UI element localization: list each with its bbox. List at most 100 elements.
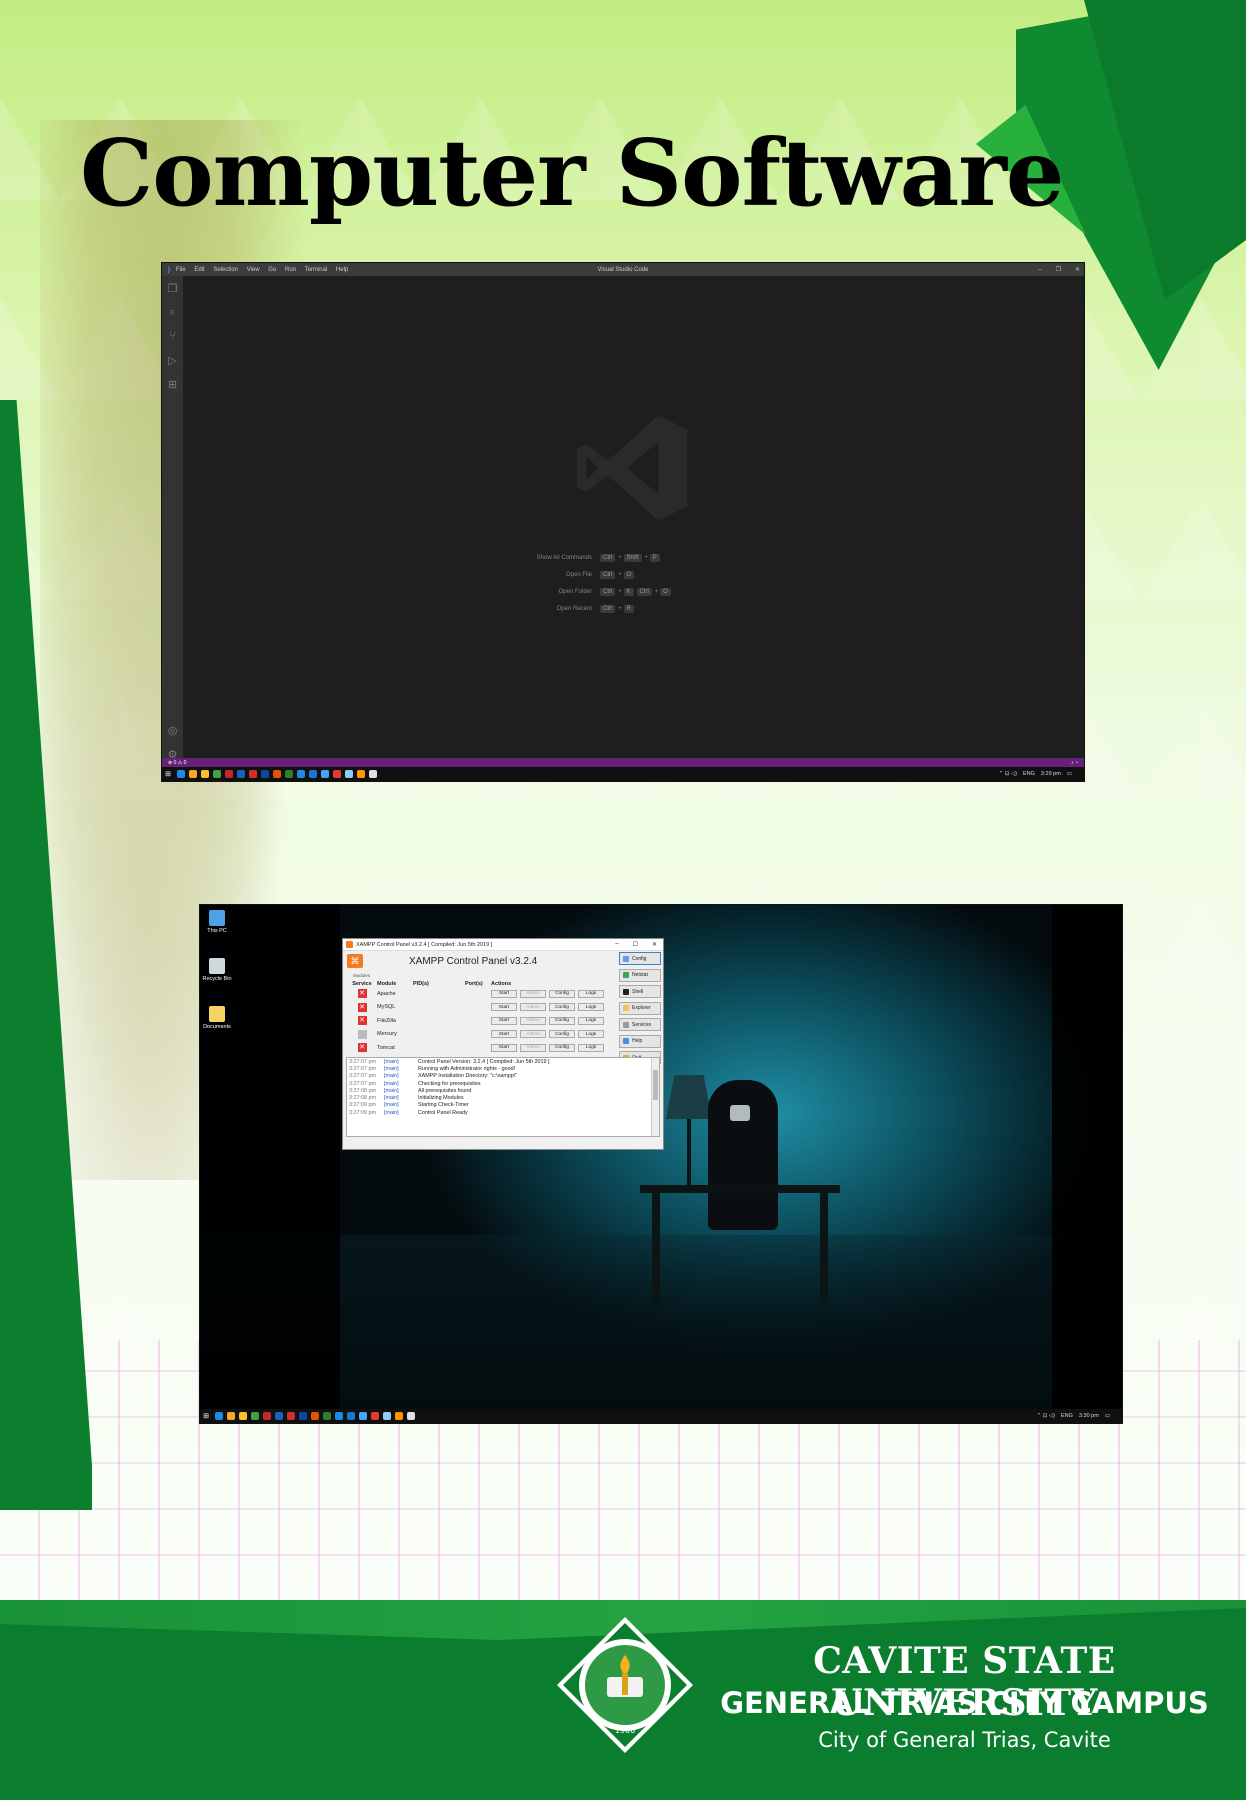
shell-button[interactable]: Shell [619, 985, 661, 998]
vscode-taskbar-icon[interactable] [297, 770, 305, 778]
app-icon[interactable] [309, 770, 317, 778]
illustrator-icon[interactable] [273, 770, 281, 778]
logs-button[interactable]: Logs [578, 989, 604, 998]
edge-icon[interactable] [215, 1412, 223, 1420]
logs-button[interactable]: Logs [578, 1043, 604, 1052]
tray-language[interactable]: ENG [1061, 1413, 1073, 1419]
logs-button[interactable]: Logs [578, 1003, 604, 1012]
notepad-icon[interactable] [213, 770, 221, 778]
app-icon[interactable] [371, 1412, 379, 1420]
notepad-icon[interactable] [251, 1412, 259, 1420]
service-status-icon[interactable]: ✕ [357, 1043, 367, 1053]
netstat-button[interactable]: Netstat [619, 968, 661, 982]
restore-icon[interactable]: ❐ [1056, 266, 1061, 273]
access-icon[interactable] [287, 1412, 295, 1420]
xampp-log-panel[interactable]: 3:27:07 pm [main] Control Panel Version: 3… [346, 1057, 660, 1137]
menu-edit[interactable]: Edit [194, 267, 204, 273]
help-button[interactable]: Help [619, 1034, 661, 1048]
shortcut-row[interactable]: Open File Ctrl + O [442, 566, 862, 583]
tray-clock[interactable]: 3:30 pm [1079, 1413, 1099, 1419]
extensions-icon[interactable]: ⊞ [162, 372, 183, 396]
chrome-icon[interactable] [189, 770, 197, 778]
menu-help[interactable]: Help [336, 267, 348, 273]
windows-start-icon[interactable]: ⊞ [162, 770, 174, 778]
config-button[interactable]: Config [549, 1003, 575, 1012]
close-icon[interactable]: ✕ [1075, 266, 1080, 273]
windows-start-icon[interactable]: ⊞ [200, 1412, 212, 1420]
start-button[interactable]: Start [491, 1043, 517, 1052]
logs-button[interactable]: Logs [578, 1030, 604, 1039]
config-side-button[interactable]: Config [619, 952, 661, 965]
tray-language[interactable]: ENG [1023, 771, 1035, 777]
pdf-icon[interactable] [263, 1412, 271, 1420]
config-button[interactable]: Config [549, 1030, 575, 1039]
run-debug-icon[interactable]: ▷ [162, 348, 183, 372]
app-icon[interactable] [347, 1412, 355, 1420]
admin-button[interactable]: Admin [520, 1016, 546, 1025]
service-status-icon[interactable]: ✕ [357, 1002, 367, 1012]
app-icon[interactable] [321, 770, 329, 778]
access-icon[interactable] [249, 770, 257, 778]
shortcut-row[interactable]: Open Recent Ctrl + R [442, 600, 862, 617]
account-icon[interactable]: ◎ [162, 718, 183, 742]
chrome-icon[interactable] [227, 1412, 235, 1420]
shortcut-row[interactable]: Open Folder Ctrl + K Ctrl + O [442, 583, 862, 600]
log-scrollbar[interactable] [651, 1058, 659, 1136]
tray-clock[interactable]: 3:29 pm [1041, 771, 1061, 777]
admin-button[interactable]: Admin [520, 1003, 546, 1012]
admin-button[interactable]: Admin [520, 1043, 546, 1052]
file-explorer-icon[interactable] [239, 1412, 247, 1420]
explorer-icon[interactable]: ❐ [162, 276, 183, 300]
photoshop-icon[interactable] [261, 770, 269, 778]
desktop-icon-documents[interactable]: Documents [200, 1006, 237, 1030]
tray-icons[interactable]: ⌃ ⊡ ◁) [999, 771, 1017, 777]
desktop-icon-this-pc[interactable]: This PC [200, 910, 237, 934]
minimize-icon[interactable]: – [1038, 267, 1041, 273]
close-icon[interactable]: ✕ [652, 941, 657, 948]
app-icon[interactable] [383, 1412, 391, 1420]
app-icon[interactable] [333, 770, 341, 778]
illustrator-icon[interactable] [311, 1412, 319, 1420]
app-icon[interactable] [407, 1412, 415, 1420]
service-status-icon[interactable]: ✕ [357, 1016, 367, 1026]
desktop-icon-recycle-bin[interactable]: Recycle Bin [200, 958, 237, 982]
app-icon[interactable] [369, 770, 377, 778]
app-icon[interactable] [285, 770, 293, 778]
start-button[interactable]: Start [491, 1016, 517, 1025]
tray-icons[interactable]: ⌃ ⊡ ◁) [1037, 1413, 1055, 1419]
file-explorer-icon[interactable] [201, 770, 209, 778]
maximize-icon[interactable]: ☐ [633, 941, 638, 948]
app-icon[interactable] [345, 770, 353, 778]
app-icon[interactable] [323, 1412, 331, 1420]
config-button[interactable]: Config [549, 1043, 575, 1052]
xampp-taskbar-icon[interactable] [395, 1412, 403, 1420]
menu-run[interactable]: Run [285, 267, 296, 273]
xampp-taskbar-icon[interactable] [357, 770, 365, 778]
menu-go[interactable]: Go [268, 267, 276, 273]
edge-icon[interactable] [177, 770, 185, 778]
menu-terminal[interactable]: Terminal [305, 267, 328, 273]
explorer-button[interactable]: Explorer [619, 1001, 661, 1015]
app-icon[interactable] [359, 1412, 367, 1420]
admin-button[interactable]: Admin [520, 989, 546, 998]
minimize-icon[interactable]: – [615, 941, 618, 948]
scroll-thumb[interactable] [653, 1070, 658, 1100]
problems-indicator[interactable]: ⊗ 0 ⚠ 0 [168, 760, 186, 766]
word-icon[interactable] [275, 1412, 283, 1420]
menu-file[interactable]: File [176, 267, 186, 273]
menu-selection[interactable]: Selection [213, 267, 238, 273]
service-status-icon[interactable]: ✕ [357, 989, 367, 999]
menu-view[interactable]: View [247, 267, 260, 273]
search-icon[interactable]: ⌕ [162, 300, 183, 324]
shortcut-row[interactable]: Show All Commands Ctrl + Shift + P [442, 549, 862, 566]
action-center-icon[interactable]: ▭ [1067, 771, 1072, 777]
config-button[interactable]: Config [549, 989, 575, 998]
start-button[interactable]: Start [491, 1003, 517, 1012]
start-button[interactable]: Start [491, 989, 517, 998]
source-control-icon[interactable]: ⑂ [162, 324, 183, 348]
logs-button[interactable]: Logs [578, 1016, 604, 1025]
config-button[interactable]: Config [549, 1016, 575, 1025]
services-button[interactable]: Services [619, 1018, 661, 1031]
service-status-icon[interactable]: ✕ [357, 1029, 367, 1039]
start-button[interactable]: Start [491, 1030, 517, 1039]
